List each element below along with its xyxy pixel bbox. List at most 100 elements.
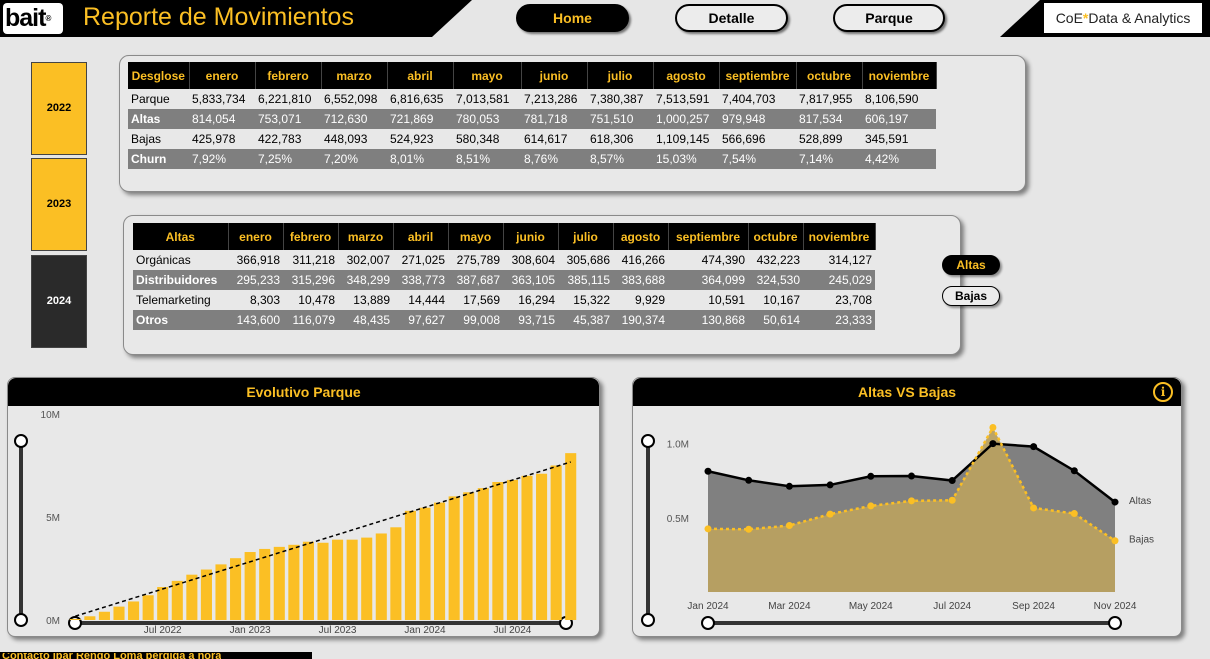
table2-col-header: noviembre (803, 223, 876, 250)
table-cell: 566,696 (722, 132, 766, 146)
bar (186, 574, 198, 620)
row-label: Churn (128, 149, 189, 169)
slider-handle[interactable] (14, 434, 28, 448)
point-altas (867, 472, 875, 480)
altas-vs-bajas-panel: Altas VS Bajas i 0.5M 1.0M Altas Bajas Jan 2… (632, 377, 1182, 637)
slider-handle[interactable] (641, 613, 655, 627)
table-row: Otros 143,600 116,079 48,435 97,627 99,008 93,… (133, 310, 875, 330)
point-altas (704, 467, 712, 475)
point-bajas (867, 502, 875, 510)
year-2024-button[interactable]: 2024 (31, 255, 87, 348)
table1-col-header: abril (387, 62, 454, 89)
header-slant-decoration (432, 0, 472, 37)
table-cell: 366,918 (236, 253, 280, 267)
desglose-table: Desglose enero febrero marzo abril mayo junio j… (128, 62, 937, 169)
table-cell: 781,718 (521, 109, 587, 129)
altas-vs-bajas-title: Altas VS Bajas i (633, 378, 1181, 406)
table1-col-header: junio (521, 62, 588, 89)
nav-parque-button[interactable]: Parque (833, 4, 945, 32)
y-tick-label: 10M (41, 410, 60, 421)
table-row: Bajas 425,978 422,783 448,093 524,923 580,348… (128, 129, 936, 149)
table-cell: 50,614 (748, 310, 803, 330)
table-cell: 8,303 (249, 293, 280, 307)
table-cell: 308,604 (511, 253, 555, 267)
nav-detalle-button[interactable]: Detalle (675, 4, 788, 32)
table-cell: 8,51% (453, 149, 521, 169)
table-cell: 6,816,635 (390, 92, 444, 106)
table-cell: 116,079 (283, 310, 338, 330)
slider-handle[interactable] (68, 616, 82, 630)
table-cell: 7,013,581 (456, 92, 510, 106)
table-cell: 305,686 (566, 253, 610, 267)
x-tick-label: May 2024 (849, 601, 893, 612)
point-bajas (826, 510, 834, 518)
bar (288, 544, 300, 620)
table-cell: 364,099 (668, 270, 748, 290)
table-row: Altas 814,054 753,071 712,630 721,869 780,053… (128, 109, 936, 129)
table-cell: 1,109,145 (656, 132, 710, 146)
table1-header-label: Desglose (128, 62, 190, 89)
bar (565, 453, 577, 620)
row-label: Telemarketing (136, 293, 211, 307)
table-cell: 15,03% (653, 149, 719, 169)
table-cell: 6,221,810 (258, 92, 312, 106)
row-label: Distribuidores (133, 270, 228, 290)
table-cell: 7,817,955 (799, 92, 853, 106)
table-cell: 271,025 (401, 253, 445, 267)
table-cell: 721,869 (387, 109, 453, 129)
table-cell: 383,688 (613, 270, 668, 290)
table-cell: 448,093 (324, 132, 368, 146)
table-cell: 4,42% (862, 149, 936, 169)
y-tick-label: 0.5M (667, 514, 689, 525)
slider-handle[interactable] (641, 434, 655, 448)
table-cell: 7,20% (321, 149, 387, 169)
table2-col-header: marzo (338, 223, 394, 250)
x-tick-label: Jul 2024 (494, 625, 532, 636)
info-icon[interactable]: i (1153, 382, 1173, 402)
table-cell: 295,233 (228, 270, 283, 290)
table-cell: 8,57% (587, 149, 653, 169)
table-cell: 5,833,734 (192, 92, 246, 106)
x-tick-label: Jul 2023 (319, 625, 357, 636)
toggle-bajas-button[interactable]: Bajas (942, 286, 1000, 306)
point-altas (1070, 467, 1078, 475)
table-row: Parque 5,833,734 6,221,810 6,552,098 6,816,6… (128, 89, 936, 109)
table-cell: 385,115 (558, 270, 613, 290)
slider-handle[interactable] (701, 616, 715, 630)
bar (521, 475, 533, 620)
bar (361, 537, 373, 620)
table-cell: 432,223 (756, 253, 800, 267)
point-bajas (1030, 504, 1038, 512)
table-cell: 9,929 (634, 293, 665, 307)
table-cell: 143,600 (228, 310, 283, 330)
altas-breakdown-table: Altas enero febrero marzo abril mayo junio juli… (133, 223, 876, 330)
bar (98, 611, 110, 620)
table1-col-header: agosto (653, 62, 720, 89)
table-cell: 17,569 (463, 293, 500, 307)
table1-col-header: mayo (453, 62, 522, 89)
x-tick-label: Mar 2024 (768, 601, 811, 612)
table-cell: 315,296 (283, 270, 338, 290)
table-cell: 275,789 (456, 253, 500, 267)
table-cell: 7,513,591 (656, 92, 710, 106)
bar (273, 546, 285, 620)
table2-col-header: septiembre (668, 223, 749, 250)
bait-logo: bait® (3, 3, 63, 34)
slider-handle[interactable] (14, 613, 28, 627)
evolutivo-parque-panel: Evolutivo Parque 0M 5M 10M Jul 2022 Jan 2023… (7, 377, 600, 637)
year-2023-button[interactable]: 2023 (31, 158, 87, 251)
table-cell: 7,92% (189, 149, 255, 169)
nav-home-button[interactable]: Home (516, 4, 629, 32)
table-cell: 474,390 (701, 253, 745, 267)
table-cell: 416,266 (621, 253, 665, 267)
year-2022-button[interactable]: 2022 (31, 62, 87, 155)
toggle-altas-button[interactable]: Altas (942, 255, 1000, 275)
slider-handle[interactable] (1108, 616, 1122, 630)
table-cell: 751,510 (587, 109, 653, 129)
table-cell: 345,591 (865, 132, 909, 146)
point-bajas (989, 423, 997, 431)
table-cell: 23,708 (835, 293, 872, 307)
bar (157, 587, 169, 620)
table-cell: 7,404,703 (722, 92, 776, 106)
row-label: Orgánicas (136, 253, 191, 267)
